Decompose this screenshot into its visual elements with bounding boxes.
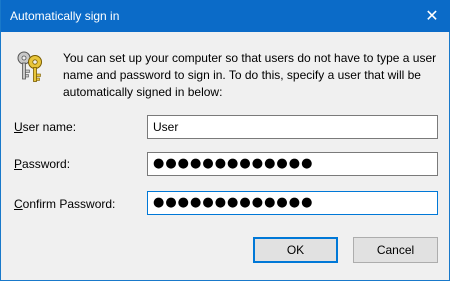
window-title: Automatically sign in bbox=[10, 9, 120, 23]
password-field[interactable]: ●●●●●●●●●●●●● bbox=[147, 152, 438, 176]
ok-button[interactable]: OK bbox=[253, 237, 338, 263]
title-bar[interactable]: Automatically sign in ✕ bbox=[1, 0, 450, 32]
password-label: Password: bbox=[14, 157, 71, 171]
keys-icon bbox=[17, 51, 42, 82]
username-label: User name: bbox=[14, 120, 77, 134]
close-icon: ✕ bbox=[425, 8, 439, 25]
cancel-button[interactable]: Cancel bbox=[353, 237, 438, 263]
close-button[interactable]: ✕ bbox=[414, 0, 450, 32]
description-text: You can set up your computer so that use… bbox=[63, 51, 437, 99]
username-field[interactable]: User bbox=[147, 115, 438, 139]
confirm-password-field[interactable]: ●●●●●●●●●●●●● bbox=[147, 191, 438, 215]
confirm-password-label: Confirm Password: bbox=[14, 197, 116, 211]
autologon-dialog: Automatically sign in ✕ You can set up y… bbox=[0, 0, 450, 281]
